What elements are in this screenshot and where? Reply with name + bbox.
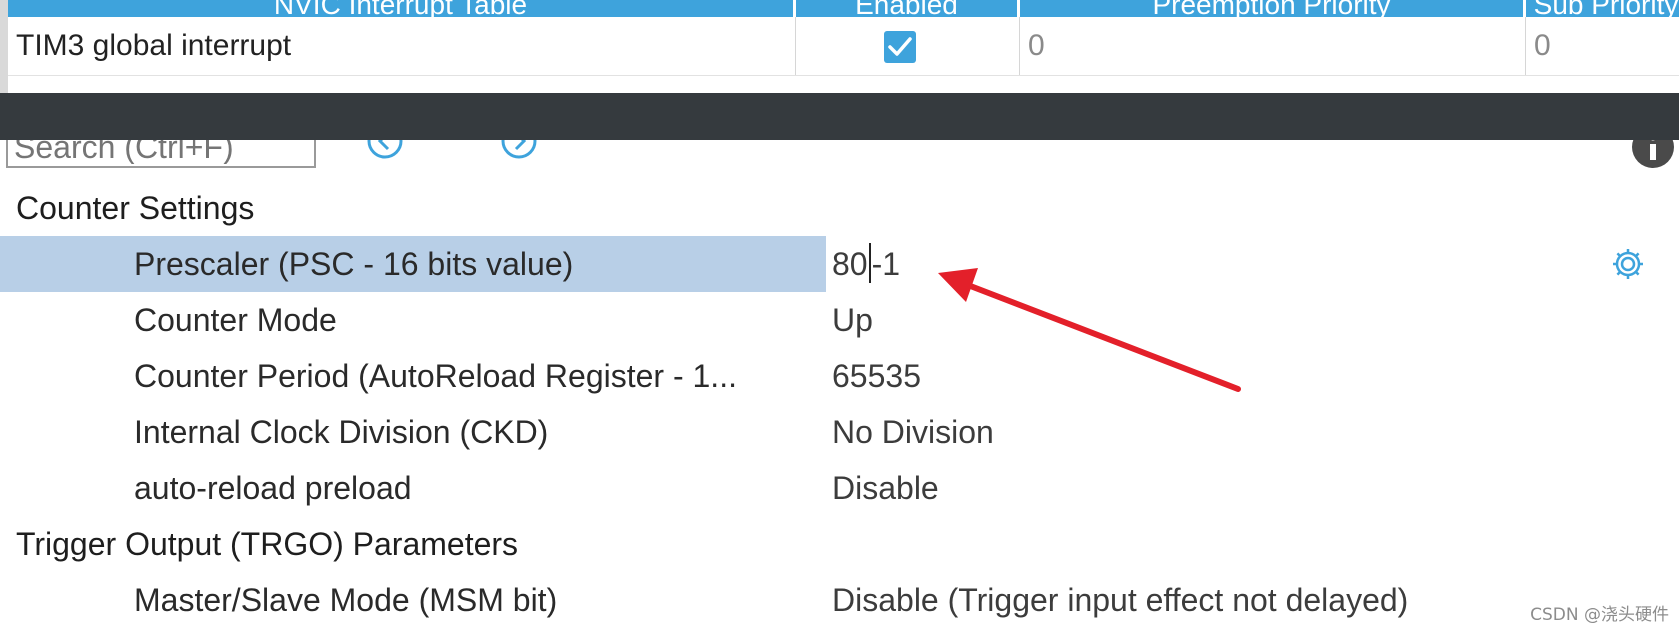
param-row-counter-period[interactable]: Counter Period (AutoReload Register - 1.… (0, 348, 1679, 404)
dark-separator-band (0, 93, 1679, 140)
table-left-rail (0, 0, 8, 94)
column-header-sub-priority[interactable]: Sub Priority (1526, 0, 1679, 17)
stm32cubemx-tim3-config: NVIC Interrupt Table Enabled Preemption … (0, 0, 1679, 629)
param-value[interactable]: No Division (832, 404, 994, 460)
watermark: CSDN @浇头硬件 (1530, 605, 1669, 625)
table-row[interactable]: TIM3 global interrupt 0 0 (8, 17, 1679, 76)
sub-priority-cell[interactable]: 0 (1526, 17, 1679, 75)
prescaler-value-input[interactable]: 80 -1 (832, 236, 900, 292)
nvic-table-header: NVIC Interrupt Table Enabled Preemption … (8, 0, 1679, 17)
param-name: auto-reload preload (134, 470, 412, 506)
group-label: Counter Settings (16, 190, 255, 226)
param-row-clock-division[interactable]: Internal Clock Division (CKD) No Divisio… (0, 404, 1679, 460)
value-text: -1 (871, 246, 901, 282)
preemption-priority-cell[interactable]: 0 (1020, 17, 1526, 75)
checkbox-checked-icon[interactable] (884, 31, 916, 63)
param-row-auto-reload-preload[interactable]: auto-reload preload Disable (0, 460, 1679, 516)
param-name: Counter Mode (134, 302, 337, 338)
column-header-interrupt[interactable]: NVIC Interrupt Table (8, 0, 796, 17)
param-row-master-slave-mode[interactable]: Master/Slave Mode (MSM bit) Disable (Tri… (0, 572, 1679, 628)
param-name: Master/Slave Mode (MSM bit) (134, 582, 558, 618)
param-name: Internal Clock Division (CKD) (134, 414, 549, 450)
param-name: Prescaler (PSC - 16 bits value) (134, 246, 574, 282)
param-value[interactable]: Disable (Trigger input effect not delaye… (832, 572, 1408, 628)
param-value[interactable]: Disable (832, 460, 939, 516)
param-row-prescaler[interactable]: Prescaler (PSC - 16 bits value) 80 -1 (0, 236, 1679, 292)
column-header-preemption-priority[interactable]: Preemption Priority (1020, 0, 1526, 17)
text-caret (868, 243, 871, 283)
check-mark-icon (888, 37, 912, 56)
group-trigger-output[interactable]: Trigger Output (TRGO) Parameters (0, 516, 1679, 572)
value-text: 80 (832, 246, 868, 282)
param-name: Counter Period (AutoReload Register - 1.… (134, 358, 737, 394)
column-header-enabled[interactable]: Enabled (796, 0, 1020, 17)
gear-icon[interactable] (1610, 246, 1646, 282)
group-label: Trigger Output (TRGO) Parameters (16, 526, 519, 562)
param-value[interactable]: 65535 (832, 348, 921, 404)
enabled-cell (796, 17, 1020, 75)
group-counter-settings[interactable]: Counter Settings (0, 180, 1679, 236)
interrupt-name-cell: TIM3 global interrupt (8, 17, 796, 75)
param-row-counter-mode[interactable]: Counter Mode Up (0, 292, 1679, 348)
param-value[interactable]: Up (832, 292, 873, 348)
